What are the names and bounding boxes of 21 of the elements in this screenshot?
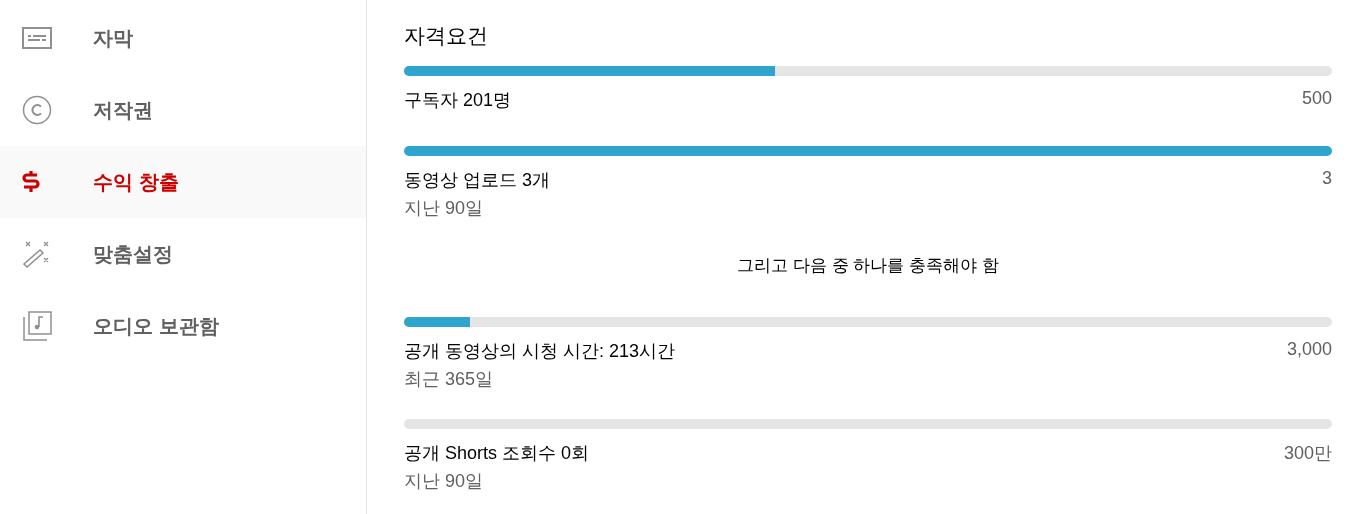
requirement-label: 구독자 201명: [404, 89, 512, 112]
section-title: 자격요건: [404, 23, 488, 49]
target-value: 300만: [1283, 442, 1332, 465]
time-period: 지난 90일: [404, 470, 484, 493]
sidebar-item[interactable]: 수익 창출: [0, 146, 366, 218]
requirement-label: 동영상 업로드 3개: [404, 169, 550, 192]
sidebar-item[interactable]: 저작권: [0, 74, 366, 146]
target-value: 3,000: [1286, 339, 1332, 361]
sidebar-item[interactable]: 자막: [0, 2, 366, 74]
requirement-label: 공개 동영상의 시청 시간: 213시간: [404, 340, 676, 363]
condition-note: 그리고 다음 중 하나를 충족해야 함: [737, 256, 999, 275]
copyright-icon: [22, 95, 52, 125]
requirement-label: 공개 Shorts 조회수 0회: [404, 442, 590, 465]
time-period: 지난 90일: [404, 197, 484, 220]
sidebar-item[interactable]: 오디오 보관함: [0, 290, 366, 362]
target-value: 500: [1301, 88, 1332, 110]
time-period: 최근 365일: [404, 368, 494, 391]
subtitles-icon: [22, 27, 52, 49]
music-library-icon: [22, 311, 52, 341]
sidebar-item[interactable]: 맞춤설정: [0, 218, 366, 290]
target-value: 3: [1322, 168, 1332, 190]
